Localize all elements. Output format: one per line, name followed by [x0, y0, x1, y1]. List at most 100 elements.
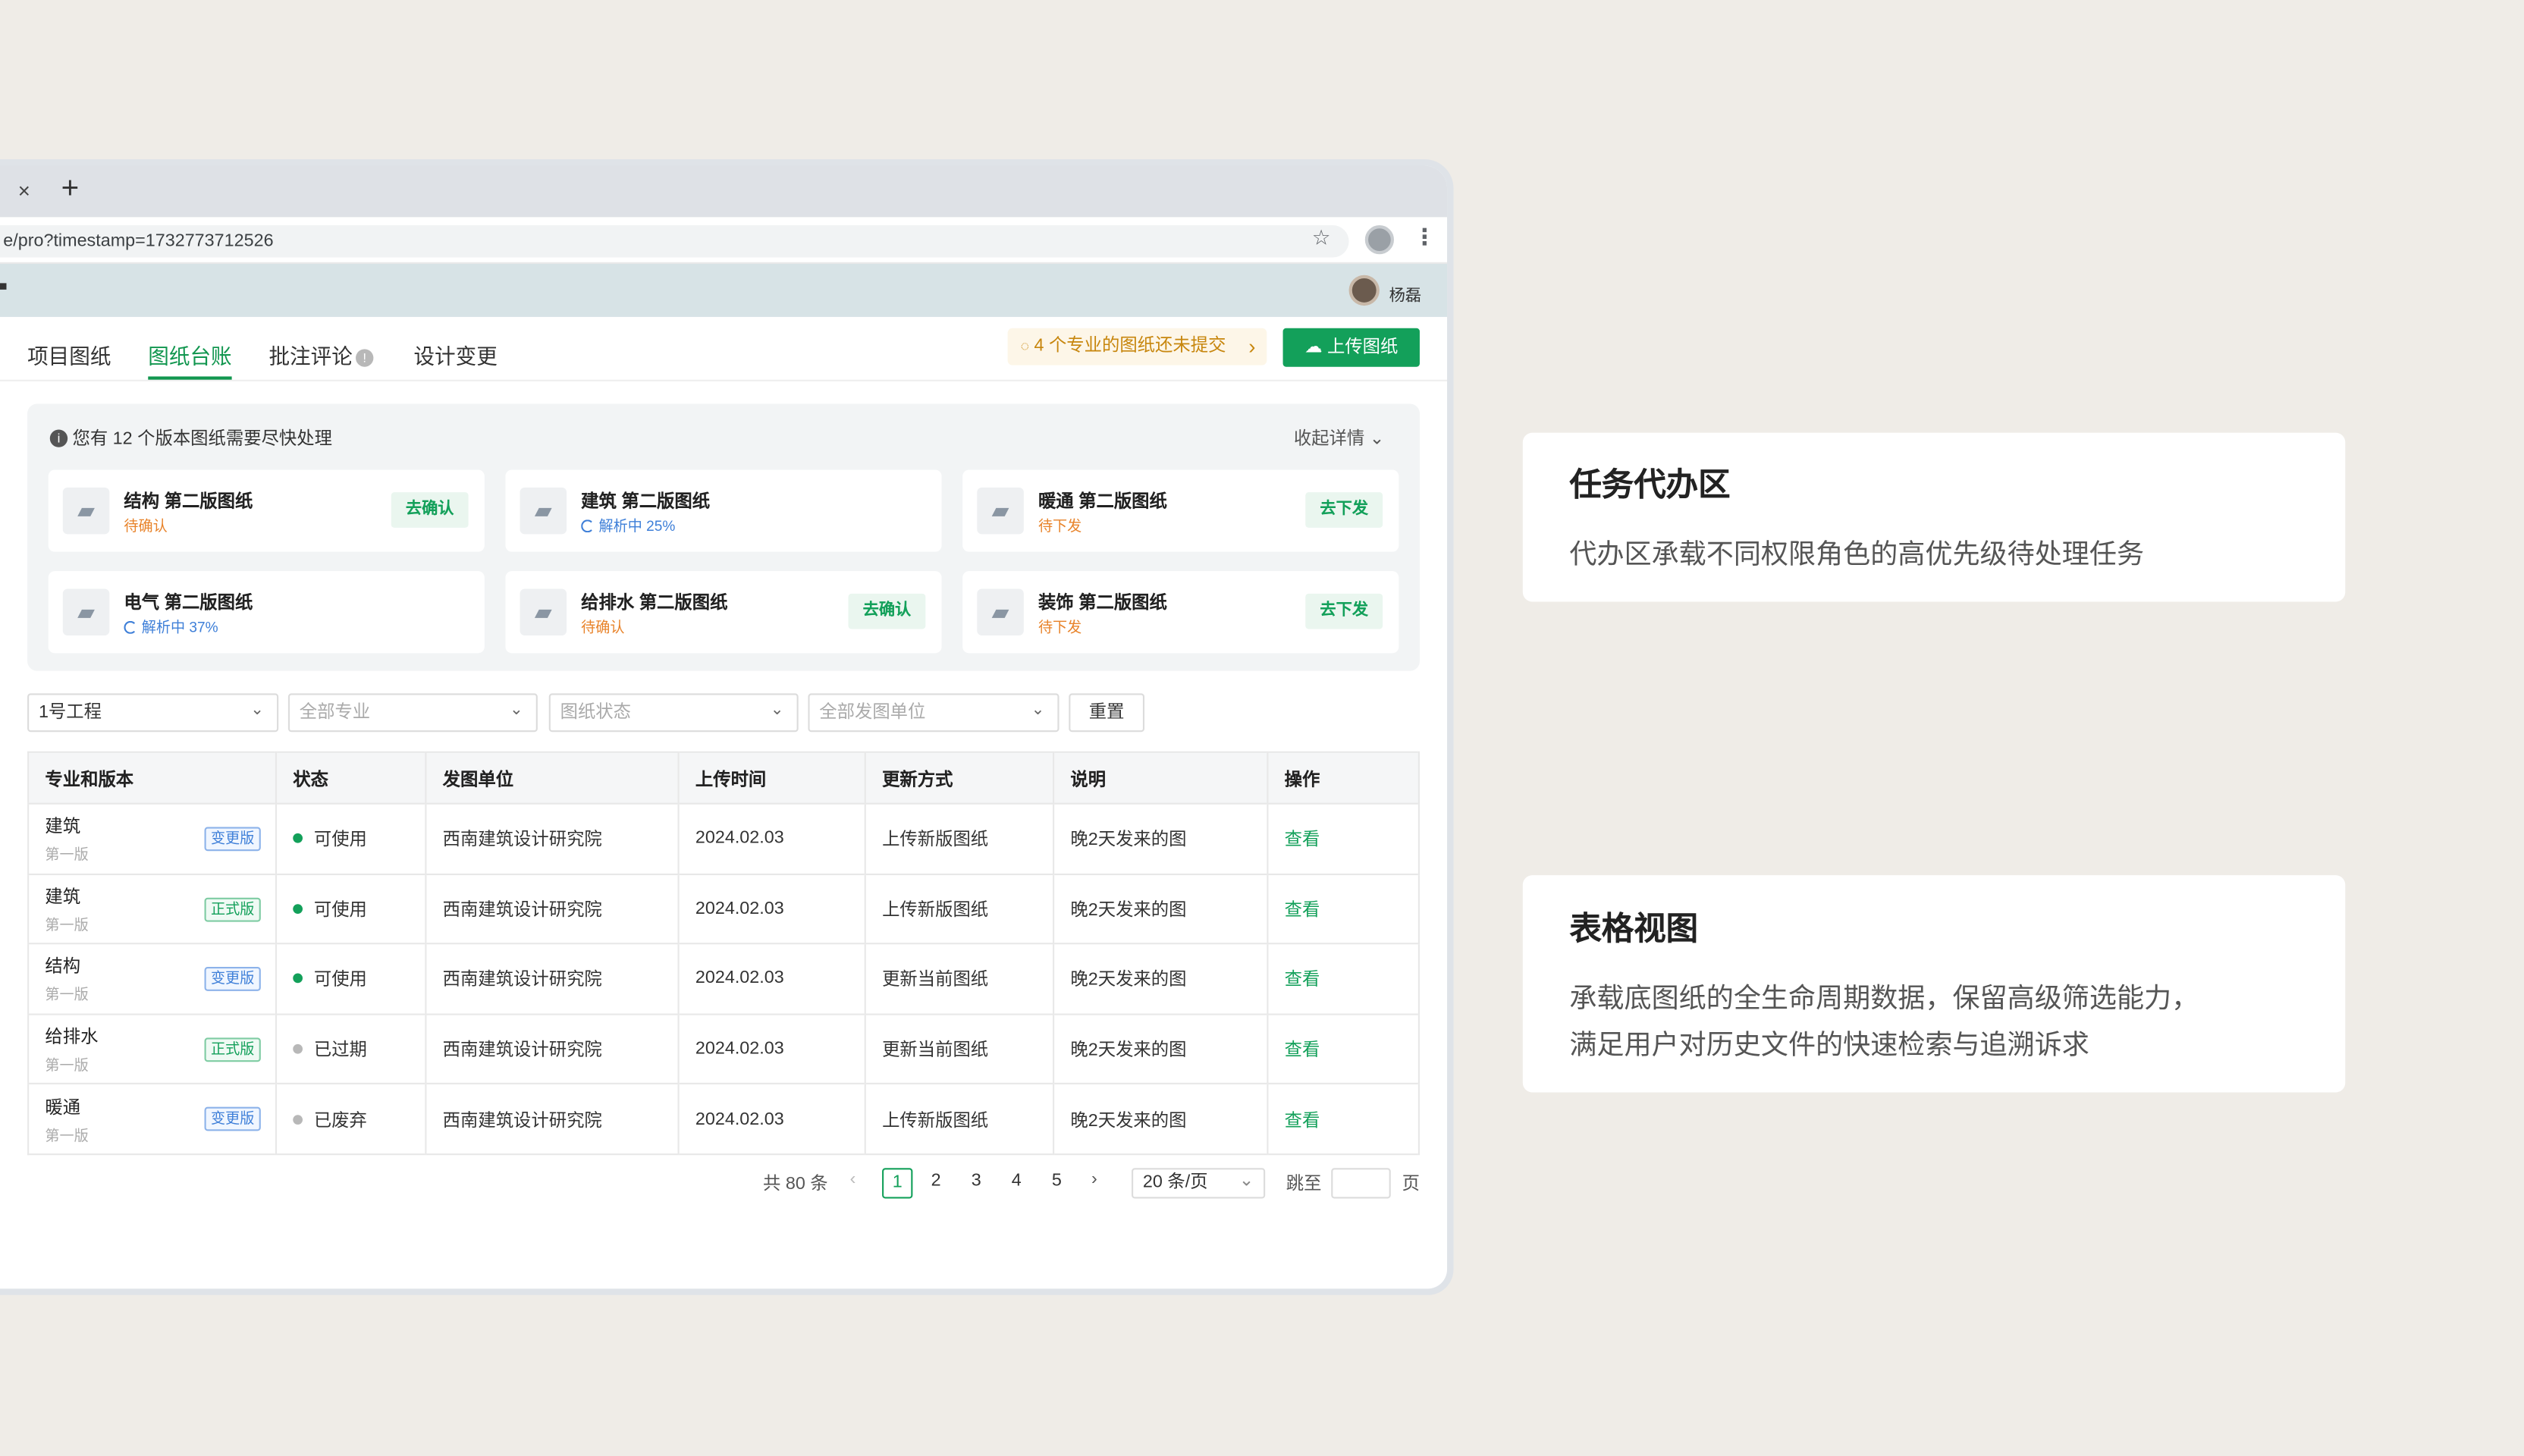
next-page-icon[interactable]: ›	[1091, 1169, 1097, 1188]
confirm-button[interactable]: 去确认	[391, 492, 469, 528]
pending-submit-notice[interactable]: ◌ 4 个专业的图纸还未提交 ›	[1007, 328, 1267, 366]
task-card: ▰ 结构 第二版图纸 待确认 去确认	[48, 469, 485, 552]
status-select-placeholder: 图纸状态	[560, 703, 631, 723]
task-card-name: 电气 第二版图纸	[124, 593, 253, 613]
collapse-details-button[interactable]: 收起详情 ⌄	[1294, 425, 1384, 450]
note-cell: 晚2天发来的图	[1053, 1083, 1269, 1155]
status-dot-icon	[293, 904, 303, 914]
page-size-select[interactable]: 20 条/页 ⌄	[1132, 1168, 1266, 1199]
unit-select[interactable]: 全部发图单位 ⌄	[808, 693, 1060, 733]
task-card-name: 暖通 第二版图纸	[1038, 492, 1167, 512]
browser-menu-icon[interactable]: ⋮	[1413, 224, 1436, 251]
user-avatar[interactable]	[1348, 275, 1380, 306]
jump-label: 跳至	[1286, 1174, 1322, 1194]
chevron-down-icon: ⌄	[770, 701, 784, 720]
page-size-value: 20 条/页	[1142, 1172, 1208, 1193]
method-cell: 上传新版图纸	[865, 802, 1055, 874]
task-card-status-text: 解析中 37%	[141, 619, 218, 635]
view-link[interactable]: 查看	[1285, 1111, 1320, 1130]
folder-icon: ▰	[977, 588, 1024, 635]
unit-cell: 西南建筑设计研究院	[425, 802, 680, 874]
version-tag: 正式版	[204, 896, 261, 921]
callout-table-view: 表格视图 承载底图纸的全生命周期数据，保留高级筛选能力， 满足用户对历史文件的快…	[1522, 875, 2346, 1093]
tab-comments-label: 批注评论	[268, 344, 353, 369]
jump-page-input[interactable]	[1331, 1168, 1391, 1199]
new-tab-icon[interactable]: +	[61, 173, 80, 206]
user-name[interactable]: 杨磊	[1389, 281, 1421, 306]
page-3[interactable]: 3	[961, 1168, 991, 1198]
prev-page-icon[interactable]: ‹	[850, 1169, 856, 1188]
issue-button[interactable]: 去下发	[1305, 492, 1383, 528]
task-card-status: 待确认	[124, 518, 168, 535]
page-2[interactable]: 2	[921, 1168, 951, 1198]
app-header: 杨磊	[0, 263, 1448, 317]
version-tag: 正式版	[204, 1037, 261, 1062]
confirm-button[interactable]: 去确认	[848, 593, 926, 629]
discipline-cell: 暖通 第一版 变更版	[28, 1083, 278, 1155]
loading-spinner-icon	[581, 519, 595, 533]
task-card-status: 待下发	[1038, 619, 1082, 635]
page-5[interactable]: 5	[1041, 1168, 1072, 1198]
tab-project-drawings[interactable]: 项目图纸	[27, 340, 111, 370]
url-input[interactable]: e/pro?timestamp=1732773712526	[0, 225, 1349, 258]
discipline-select[interactable]: 全部专业 ⌄	[287, 693, 538, 733]
table-row: 建筑 第一版 变更版 可使用 西南建筑设计研究院 2024.02.03 上传新版图纸…	[28, 802, 1420, 874]
task-card-name: 结构 第二版图纸	[124, 492, 253, 512]
task-card-name: 装饰 第二版图纸	[1038, 593, 1167, 613]
close-tab-icon[interactable]: ×	[13, 178, 36, 202]
action-cell: 查看	[1267, 873, 1420, 944]
issue-button[interactable]: 去下发	[1305, 593, 1383, 629]
folder-icon: ▰	[520, 487, 567, 535]
task-card-status: 待下发	[1038, 518, 1082, 535]
view-link[interactable]: 查看	[1285, 1041, 1320, 1060]
folder-icon: ▰	[62, 588, 110, 635]
version-tag: 变更版	[204, 1107, 261, 1132]
folder-icon: ▰	[977, 487, 1024, 535]
tab-drawing-ledger[interactable]: 图纸台账	[148, 340, 232, 380]
project-select-value: 1号工程	[38, 703, 102, 723]
page-1[interactable]: 1	[882, 1168, 913, 1199]
profile-avatar-icon[interactable]	[1364, 225, 1394, 255]
tab-design-change[interactable]: 设计变更	[413, 340, 497, 370]
task-panel: i 您有 12 个版本图纸需要尽快处理 收起详情 ⌄ ▰ 结构 第二版图纸 待确认…	[27, 403, 1420, 671]
bookmark-star-icon[interactable]: ☆	[1312, 225, 1331, 251]
project-select[interactable]: 1号工程 ⌄	[27, 693, 279, 733]
chevron-right-icon: ›	[1248, 334, 1256, 359]
status-cell: 已废弃	[275, 1083, 427, 1155]
loading-spinner-icon	[124, 620, 137, 634]
task-card-status: 解析中 25%	[581, 515, 675, 536]
method-cell: 上传新版图纸	[865, 1083, 1055, 1155]
status-cell: 可使用	[275, 802, 427, 874]
total-count: 共 80 条	[763, 1174, 828, 1194]
discipline-cell: 建筑 第一版 变更版	[28, 802, 278, 874]
view-link[interactable]: 查看	[1285, 901, 1320, 920]
discipline-cell: 结构 第一版 变更版	[28, 943, 278, 1015]
view-link[interactable]: 查看	[1285, 830, 1320, 849]
task-panel-title: i 您有 12 个版本图纸需要尽快处理	[49, 425, 332, 450]
status-dot-icon	[293, 1044, 303, 1054]
drawing-table: 专业和版本 状态 发图单位 上传时间 更新方式 说明 操作 建筑 第一版 变更版 可…	[27, 751, 1420, 1156]
column-header: 操作	[1267, 752, 1420, 804]
folder-icon: ▰	[62, 487, 110, 535]
task-card-name: 给排水 第二版图纸	[581, 593, 728, 613]
method-cell: 更新当前图纸	[865, 1013, 1055, 1084]
chevron-down-icon: ⌄	[1031, 701, 1045, 720]
note-cell: 晚2天发来的图	[1053, 943, 1269, 1015]
upload-drawing-button[interactable]: ☁ 上传图纸	[1282, 328, 1420, 367]
reset-button[interactable]: 重置	[1069, 693, 1145, 733]
table-row: 结构 第一版 变更版 可使用 西南建筑设计研究院 2024.02.03 更新当前图纸…	[28, 943, 1420, 1015]
version-tag: 变更版	[204, 827, 261, 852]
view-link[interactable]: 查看	[1285, 971, 1320, 990]
table-header-row: 专业和版本 状态 发图单位 上传时间 更新方式 说明 操作	[28, 752, 1420, 804]
upload-label: 上传图纸	[1326, 337, 1399, 357]
status-select[interactable]: 图纸状态 ⌄	[548, 693, 799, 733]
status-text: 已废弃	[313, 1111, 367, 1131]
column-header: 专业和版本	[28, 752, 278, 804]
callout-task-area: 任务代办区 代办区承载不同权限角色的高优先级待处理任务	[1522, 432, 2346, 602]
status-cell: 可使用	[275, 943, 427, 1015]
tab-comments[interactable]: 批注评论!	[268, 340, 374, 370]
page-4[interactable]: 4	[1001, 1168, 1031, 1198]
column-header: 发图单位	[425, 752, 680, 804]
column-header: 说明	[1053, 752, 1269, 804]
time-cell: 2024.02.03	[678, 873, 866, 944]
